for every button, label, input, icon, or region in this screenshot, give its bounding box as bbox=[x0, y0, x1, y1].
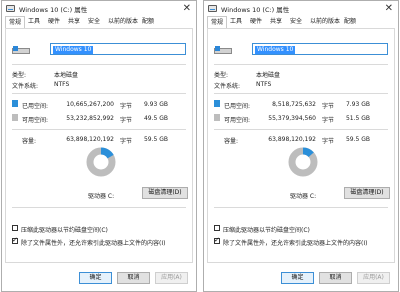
filesystem-label: 文件系统: bbox=[214, 83, 241, 90]
capacity-label: 容量: bbox=[22, 138, 37, 145]
capacity-gb: 59.5 GB bbox=[143, 136, 168, 143]
used-space-bytes: 8,518,725,632 bbox=[272, 101, 316, 108]
space-donut-chart bbox=[288, 147, 318, 177]
capacity-bytes: 63,898,120,192 bbox=[268, 136, 316, 143]
free-space-label: 可用空间: bbox=[224, 117, 251, 124]
apply-button[interactable]: 应用(A) bbox=[357, 272, 390, 284]
cancel-button[interactable]: 取消 bbox=[117, 272, 150, 284]
free-space-label: 可用空间: bbox=[22, 117, 49, 124]
used-space-swatch bbox=[214, 100, 220, 107]
capacity-unit: 字节 bbox=[322, 138, 335, 145]
capacity-unit: 字节 bbox=[120, 138, 133, 145]
tab-quota[interactable]: 配额 bbox=[139, 17, 157, 27]
close-icon[interactable]: ✕ bbox=[183, 2, 191, 16]
window-title: Windows 10 (C:) 属性 bbox=[221, 6, 290, 14]
close-icon[interactable]: ✕ bbox=[385, 2, 393, 16]
filesystem-label: 文件系统: bbox=[12, 83, 39, 90]
drive-icon bbox=[208, 5, 217, 12]
divider bbox=[214, 64, 388, 65]
tab-sharing[interactable]: 共享 bbox=[267, 17, 285, 27]
apply-button[interactable]: 应用(A) bbox=[155, 272, 188, 284]
drive-letter-label: 驱动器 C: bbox=[290, 193, 317, 200]
free-space-bytes: 55,379,394,560 bbox=[268, 115, 316, 122]
free-space-swatch bbox=[12, 114, 18, 121]
free-space-unit: 字节 bbox=[120, 117, 133, 124]
index-checkbox[interactable] bbox=[12, 236, 18, 244]
properties-dialog-left: Windows 10 (C:) 属性 ✕ 常规 工具 硬件 共享 安全 以前的版… bbox=[1, 0, 197, 292]
used-space-gb: 9.93 GB bbox=[143, 101, 168, 108]
type-value: 本地磁盘 bbox=[54, 72, 79, 79]
used-space-gb: 7.93 GB bbox=[345, 101, 370, 108]
index-checkbox[interactable] bbox=[214, 236, 220, 244]
used-space-label: 已用空间: bbox=[22, 103, 49, 110]
used-space-label: 已用空间: bbox=[224, 103, 251, 110]
title-bar: Windows 10 (C:) 属性 ✕ bbox=[2, 1, 196, 18]
ok-button[interactable]: 确定 bbox=[79, 272, 112, 284]
capacity-label: 容量: bbox=[224, 138, 239, 145]
window-title: Windows 10 (C:) 属性 bbox=[19, 6, 88, 14]
type-value: 本地磁盘 bbox=[256, 72, 281, 79]
compress-label: 压缩此驱动器以节约磁盘空间(C) bbox=[21, 227, 108, 234]
index-label: 除了文件属性外，还允许索引此驱动器上文件的内容(I) bbox=[223, 240, 368, 247]
drive-icon bbox=[12, 46, 32, 56]
drive-icon bbox=[6, 5, 15, 12]
title-bar: Windows 10 (C:) 属性 ✕ bbox=[204, 1, 398, 18]
divider bbox=[12, 64, 186, 65]
free-space-bytes: 53,232,852,992 bbox=[66, 115, 114, 122]
compress-checkbox[interactable] bbox=[12, 225, 18, 231]
tab-tools[interactable]: 工具 bbox=[227, 17, 245, 27]
properties-dialog-right: Windows 10 (C:) 属性 ✕ 常规 工具 硬件 共享 安全 以前的版… bbox=[203, 0, 399, 292]
space-donut-chart bbox=[86, 147, 116, 177]
free-space-swatch bbox=[214, 114, 220, 121]
divider bbox=[12, 93, 186, 94]
drive-name-input[interactable]: Windows 10 bbox=[252, 43, 388, 55]
divider bbox=[214, 93, 388, 94]
drive-name-value: Windows 10 bbox=[53, 45, 94, 54]
free-space-gb: 49.5 GB bbox=[143, 115, 168, 122]
disk-cleanup-button[interactable]: 磁盘清理(D) bbox=[142, 187, 188, 199]
drive-icon bbox=[214, 46, 234, 56]
used-space-unit: 字节 bbox=[322, 103, 335, 110]
compress-label: 压缩此驱动器以节约磁盘空间(C) bbox=[223, 227, 310, 234]
divider bbox=[12, 207, 186, 208]
tab-quota[interactable]: 配额 bbox=[341, 17, 359, 27]
type-label: 类型: bbox=[12, 72, 27, 79]
divider bbox=[214, 129, 388, 130]
filesystem-value: NTFS bbox=[54, 81, 70, 88]
filesystem-value: NTFS bbox=[256, 81, 272, 88]
drive-letter-label: 驱动器 C: bbox=[88, 193, 115, 200]
used-space-bytes: 10,665,267,200 bbox=[66, 101, 114, 108]
capacity-bytes: 63,898,120,192 bbox=[66, 136, 114, 143]
disk-cleanup-button[interactable]: 磁盘清理(D) bbox=[344, 187, 390, 199]
divider bbox=[12, 129, 186, 130]
tab-security[interactable]: 安全 bbox=[287, 17, 305, 27]
tab-tools[interactable]: 工具 bbox=[25, 17, 43, 27]
drive-name-input[interactable]: Windows 10 bbox=[50, 43, 186, 55]
used-space-unit: 字节 bbox=[120, 103, 133, 110]
drive-name-value: Windows 10 bbox=[255, 45, 296, 54]
tab-previous-versions[interactable]: 以前的版本 bbox=[307, 17, 343, 27]
tab-previous-versions[interactable]: 以前的版本 bbox=[105, 17, 141, 27]
tab-sharing[interactable]: 共享 bbox=[65, 17, 83, 27]
capacity-gb: 59.5 GB bbox=[345, 136, 370, 143]
tab-security[interactable]: 安全 bbox=[85, 17, 103, 27]
tab-hardware[interactable]: 硬件 bbox=[45, 17, 63, 27]
free-space-unit: 字节 bbox=[322, 117, 335, 124]
free-space-gb: 51.5 GB bbox=[345, 115, 370, 122]
type-label: 类型: bbox=[214, 72, 229, 79]
cancel-button[interactable]: 取消 bbox=[319, 272, 352, 284]
tab-hardware[interactable]: 硬件 bbox=[247, 17, 265, 27]
ok-button[interactable]: 确定 bbox=[281, 272, 314, 284]
compress-checkbox[interactable] bbox=[214, 225, 220, 231]
used-space-swatch bbox=[12, 100, 18, 107]
divider bbox=[214, 207, 388, 208]
index-label: 除了文件属性外，还允许索引此驱动器上文件的内容(I) bbox=[21, 240, 166, 247]
